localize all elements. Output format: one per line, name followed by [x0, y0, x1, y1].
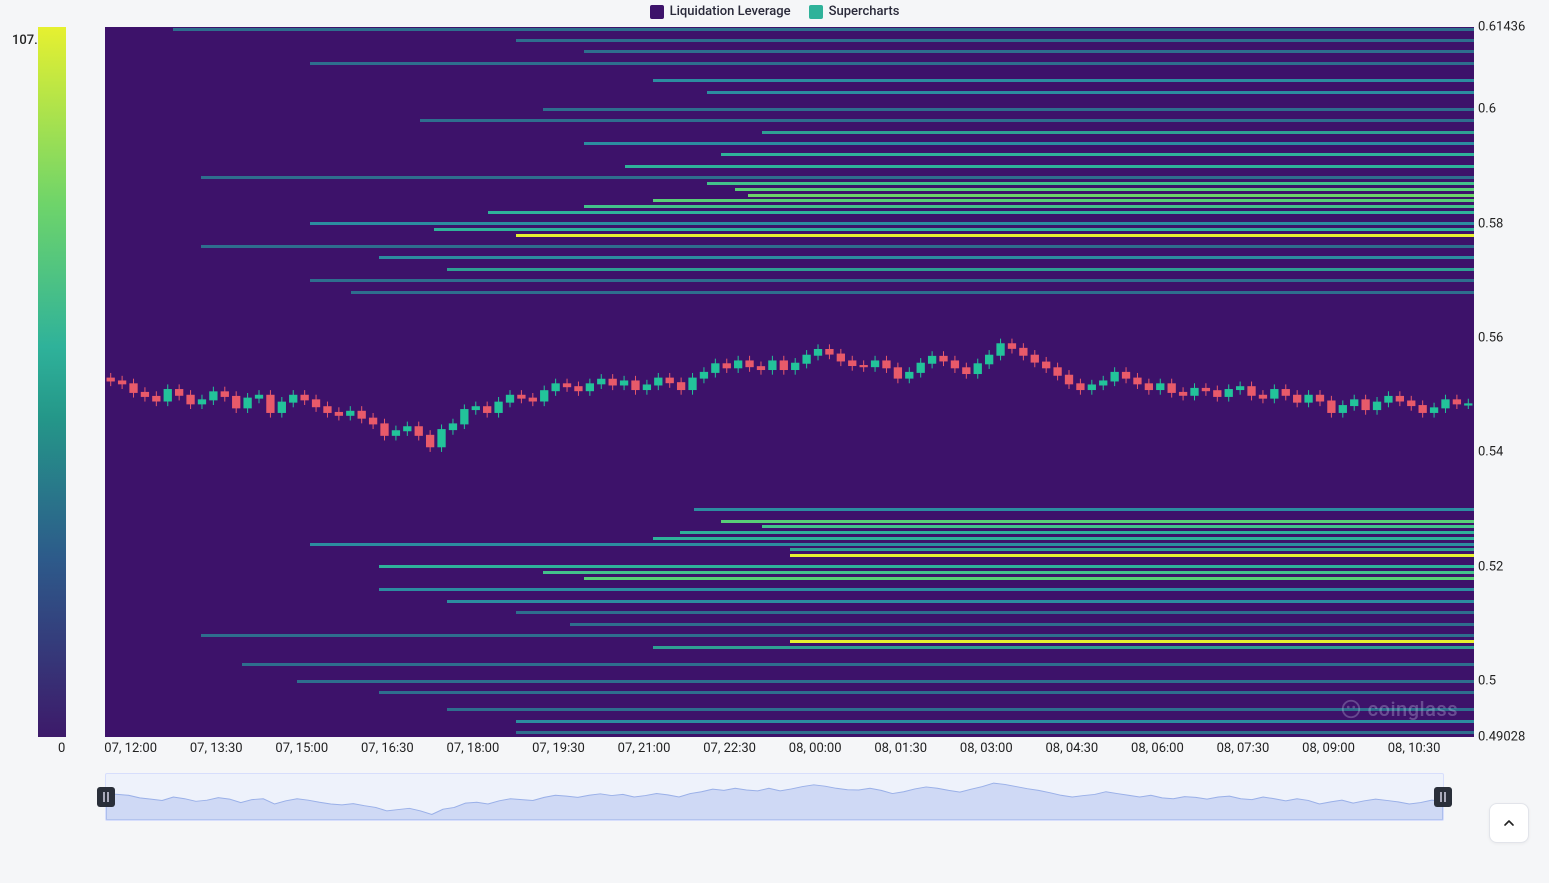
y-axis-tick: 0.6	[1478, 102, 1496, 117]
y-axis-tick: 0.5	[1478, 674, 1496, 689]
legend-swatch	[650, 5, 664, 19]
x-axis-tick: 07, 18:00	[447, 741, 500, 756]
plot-area[interactable]: coinglass	[105, 27, 1474, 737]
time-scrubber[interactable]	[105, 773, 1444, 821]
y-axis-tick: 0.54	[1478, 445, 1503, 460]
x-axis-tick: 08, 10:30	[1388, 741, 1441, 756]
scroll-to-top-button[interactable]	[1489, 803, 1529, 843]
x-axis-tick: 08, 07:30	[1217, 741, 1270, 756]
y-axis: 0.490280.50.520.540.560.580.60.61436	[1474, 27, 1549, 737]
x-axis-tick: 07, 12:00	[104, 741, 157, 756]
x-axis-tick: 07, 16:30	[361, 741, 414, 756]
x-axis-tick: 08, 09:00	[1302, 741, 1355, 756]
legend-item-supercharts[interactable]: Supercharts	[809, 4, 900, 19]
y-axis-tick: 0.49028	[1478, 730, 1525, 745]
x-axis-tick: 08, 01:30	[874, 741, 927, 756]
scrubber-track[interactable]	[105, 773, 1444, 821]
x-axis-tick: 07, 21:00	[618, 741, 671, 756]
y-axis-tick: 0.61436	[1478, 20, 1525, 35]
chevron-up-icon	[1501, 815, 1517, 831]
scrubber-preview	[106, 774, 1443, 820]
colorbar-zero-label: 0	[58, 741, 65, 756]
x-axis-tick: 08, 00:00	[789, 741, 842, 756]
y-axis-tick: 0.56	[1478, 331, 1503, 346]
chart-container: 107.38K coinglass 0.490280.50.520.540.56…	[0, 27, 1549, 737]
legend: Liquidation Leverage Supercharts	[0, 0, 1549, 27]
x-axis: 0 07, 12:0007, 13:3007, 15:0007, 16:3007…	[105, 741, 1474, 763]
legend-swatch	[809, 5, 823, 19]
watermark-text: coinglass	[1368, 697, 1458, 721]
y-axis-tick: 0.52	[1478, 559, 1503, 574]
x-axis-tick: 08, 03:00	[960, 741, 1013, 756]
x-axis-tick: 08, 06:00	[1131, 741, 1184, 756]
colorbar	[38, 27, 66, 737]
x-axis-tick: 07, 13:30	[190, 741, 243, 756]
candlestick-overlay	[105, 27, 1474, 737]
x-axis-tick: 07, 15:00	[275, 741, 328, 756]
x-axis-tick: 08, 04:30	[1045, 741, 1098, 756]
colorbar-column: 107.38K	[0, 27, 105, 737]
legend-label: Supercharts	[829, 4, 900, 19]
watermark: coinglass	[1340, 697, 1458, 721]
x-axis-tick: 07, 22:30	[703, 741, 756, 756]
y-axis-tick: 0.58	[1478, 216, 1503, 231]
main-chart[interactable]: coinglass	[105, 27, 1474, 737]
legend-item-liquidation[interactable]: Liquidation Leverage	[650, 4, 791, 19]
scrubber-handle-right[interactable]	[1434, 787, 1452, 807]
x-axis-tick: 07, 19:30	[532, 741, 585, 756]
scrubber-handle-left[interactable]	[97, 787, 115, 807]
legend-label: Liquidation Leverage	[670, 4, 791, 19]
